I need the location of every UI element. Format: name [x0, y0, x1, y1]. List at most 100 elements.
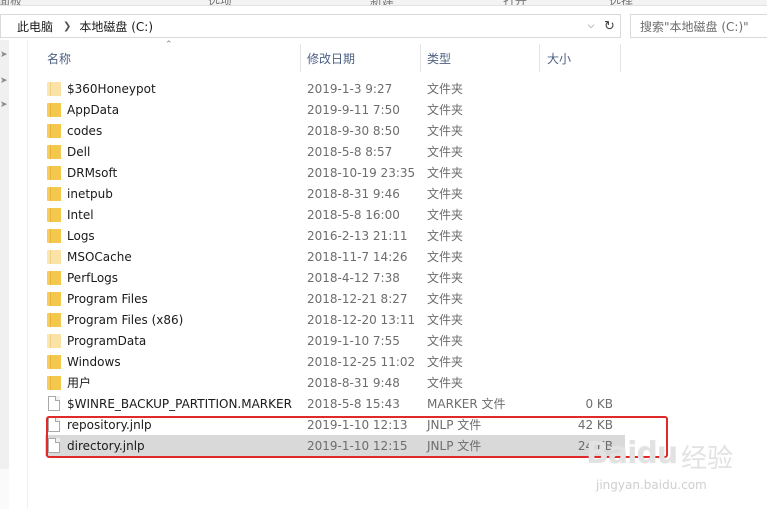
file-name: MSOCache: [67, 249, 132, 264]
file-row[interactable]: ProgramData 2019-1-10 7:55 文件夹: [45, 330, 625, 351]
file-row[interactable]: Program Files (x86) 2018-12-20 13:11 文件夹: [45, 309, 625, 330]
navigation-scrollbar-bottom: [0, 469, 9, 509]
search-placeholder: 搜索"本地磁盘 (C:)": [640, 19, 749, 34]
file-name-cell[interactable]: Windows: [47, 351, 121, 372]
file-row[interactable]: $WINRE_BACKUP_PARTITION.MARKER 2018-5-8 1…: [45, 393, 625, 414]
chevron-down-icon[interactable]: ⌵: [582, 15, 600, 37]
file-row[interactable]: repository.jnlp 2019-1-10 12:13 JNLP 文件 42 …: [45, 414, 625, 435]
pane-divider: [27, 40, 28, 509]
column-header-size[interactable]: 大小: [547, 44, 571, 72]
file-row[interactable]: Windows 2018-12-25 11:02 文件夹: [45, 351, 625, 372]
column-header-name[interactable]: 名称: [47, 44, 71, 72]
file-list: $360Honeypot 2019-1-3 9:27 文件夹 AppData 2019-…: [45, 78, 625, 456]
file-type: 文件夹: [427, 103, 464, 117]
file-row[interactable]: codes 2018-9-30 8:50 文件夹: [45, 120, 625, 141]
file-date: 2019-1-10 7:55: [307, 333, 400, 348]
file-name-cell[interactable]: Intel: [47, 204, 94, 225]
file-name-cell[interactable]: Dell: [47, 141, 90, 162]
pin-icon[interactable]: ➤: [0, 76, 8, 86]
address-bar[interactable]: 此电脑 ❯ 本地磁盘 (C:) ⌵: [0, 14, 600, 38]
folder-icon: [47, 144, 61, 159]
file-type: JNLP 文件: [427, 439, 482, 453]
breadcrumb-local-disk[interactable]: 本地磁盘 (C:): [79, 18, 153, 35]
ribbon-label[interactable]: 选择: [609, 0, 633, 5]
file-name-cell[interactable]: directory.jnlp: [47, 435, 145, 456]
file-name: DRMsoft: [67, 165, 118, 180]
file-date: 2018-12-21 8:27: [307, 291, 408, 306]
folder-icon: [47, 333, 61, 348]
folder-icon: [47, 207, 61, 222]
ribbon-label[interactable]: 打开: [503, 0, 527, 5]
file-name-cell[interactable]: 用户: [47, 372, 91, 393]
file-size: [542, 141, 613, 162]
file-name: Program Files: [67, 291, 148, 306]
file-date: 2019-1-10 12:13: [307, 417, 408, 432]
file-row[interactable]: DRMsoft 2018-10-19 23:35 文件夹: [45, 162, 625, 183]
folder-icon: [47, 312, 61, 327]
file-row[interactable]: 用户 2018-8-31 9:48 文件夹: [45, 372, 625, 393]
file-name-cell[interactable]: $360Honeypot: [47, 78, 156, 99]
column-divider[interactable]: [420, 44, 421, 72]
ribbon-label[interactable]: 新建: [370, 0, 394, 5]
file-date: 2018-8-31 9:48: [307, 375, 400, 390]
ribbon-label[interactable]: 面板: [0, 0, 22, 5]
file-date: 2018-8-31 9:46: [307, 186, 400, 201]
file-row[interactable]: $360Honeypot 2019-1-3 9:27 文件夹: [45, 78, 625, 99]
file-name-cell[interactable]: repository.jnlp: [47, 414, 152, 435]
file-size: 42 KB: [577, 417, 613, 432]
file-name: Dell: [67, 144, 91, 159]
file-name-cell[interactable]: PerfLogs: [47, 267, 118, 288]
folder-icon: [47, 102, 61, 117]
file-name-cell[interactable]: codes: [47, 120, 102, 141]
file-icon: [48, 396, 60, 411]
file-type: 文件夹: [427, 166, 464, 180]
file-row[interactable]: AppData 2019-9-11 7:50 文件夹: [45, 99, 625, 120]
refresh-button[interactable]: ↻: [599, 14, 621, 38]
file-name: ProgramData: [67, 333, 147, 348]
file-name-cell[interactable]: $WINRE_BACKUP_PARTITION.MARKER: [47, 393, 292, 414]
file-name: repository.jnlp: [67, 417, 152, 432]
column-header-type[interactable]: 类型: [427, 44, 451, 72]
column-header-date[interactable]: 修改日期: [307, 44, 355, 72]
file-row[interactable]: Intel 2018-5-8 16:00 文件夹: [45, 204, 625, 225]
file-size: [542, 246, 613, 267]
file-row[interactable]: Logs 2016-2-13 21:11 文件夹: [45, 225, 625, 246]
file-name: Intel: [67, 207, 94, 222]
file-name: Windows: [67, 354, 121, 369]
file-name-cell[interactable]: Program Files: [47, 288, 148, 309]
watermark-url: jingyan.baidu.com: [596, 478, 707, 492]
pin-icon[interactable]: ➤: [0, 50, 8, 60]
file-name-cell[interactable]: AppData: [47, 99, 119, 120]
column-divider[interactable]: [539, 44, 540, 72]
search-input[interactable]: 搜索"本地磁盘 (C:)": [630, 14, 767, 38]
file-name: 用户: [67, 376, 92, 390]
file-row[interactable]: directory.jnlp 2019-1-10 12:15 JNLP 文件 24 K…: [45, 435, 625, 456]
breadcrumb-chevron-icon[interactable]: ❯: [63, 21, 71, 32]
file-name: $360Honeypot: [67, 81, 156, 96]
folder-icon: [47, 291, 61, 306]
file-size: [542, 204, 613, 225]
file-name-cell[interactable]: inetpub: [47, 183, 113, 204]
breadcrumb-this-pc[interactable]: 此电脑: [17, 18, 53, 35]
file-row[interactable]: Program Files 2018-12-21 8:27 文件夹: [45, 288, 625, 309]
folder-icon: [47, 249, 61, 264]
file-type: 文件夹: [427, 334, 464, 348]
file-name-cell[interactable]: Logs: [47, 225, 95, 246]
column-divider[interactable]: [620, 44, 621, 72]
file-date: 2018-5-8 8:57: [307, 144, 393, 159]
file-type: 文件夹: [427, 271, 464, 285]
file-name-cell[interactable]: DRMsoft: [47, 162, 117, 183]
file-size: [542, 120, 613, 141]
file-row[interactable]: MSOCache 2018-11-7 14:26 文件夹: [45, 246, 625, 267]
column-divider[interactable]: [300, 44, 301, 72]
file-name-cell[interactable]: ProgramData: [47, 330, 146, 351]
pin-icon[interactable]: ➤: [0, 100, 8, 110]
file-row[interactable]: Dell 2018-5-8 8:57 文件夹: [45, 141, 625, 162]
file-size: [542, 78, 613, 99]
ribbon-label[interactable]: 选项: [208, 0, 232, 5]
file-row[interactable]: PerfLogs 2018-4-12 7:38 文件夹: [45, 267, 625, 288]
file-name-cell[interactable]: MSOCache: [47, 246, 132, 267]
file-type: 文件夹: [427, 355, 464, 369]
file-name-cell[interactable]: Program Files (x86): [47, 309, 183, 330]
file-row[interactable]: inetpub 2018-8-31 9:46 文件夹: [45, 183, 625, 204]
